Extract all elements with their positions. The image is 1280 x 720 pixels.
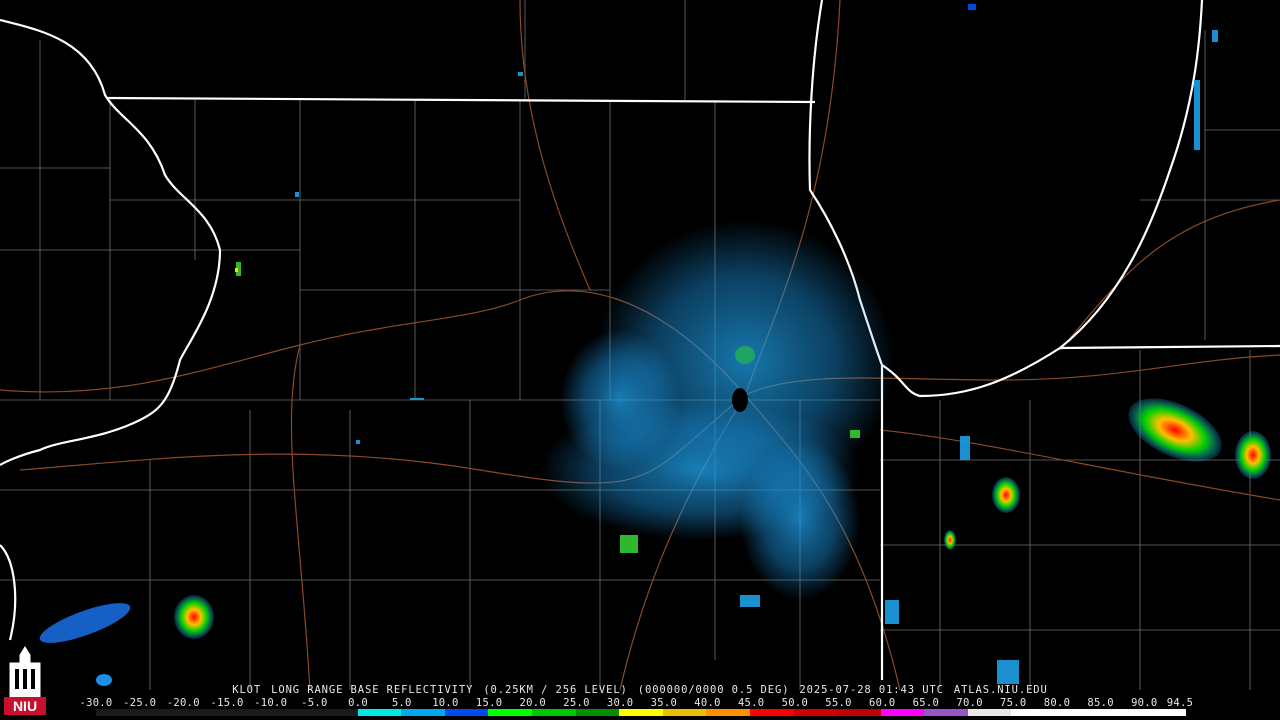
colorbar-tick: 60.0 bbox=[868, 697, 896, 709]
colorbar-swatch bbox=[706, 709, 750, 716]
colorbar-tick: 35.0 bbox=[650, 697, 678, 709]
colorbar-ticks: -30.0 -25.0 -20.0 -15.0 -10.0 -5.0 0.0 5.0 10.0 1… bbox=[79, 697, 1194, 709]
niu-logo: NIU bbox=[4, 646, 46, 715]
source-url: ATLAS.NIU.EDU bbox=[953, 684, 1048, 696]
colorbar-swatch bbox=[1098, 709, 1143, 716]
colorbar-tick: 80.0 bbox=[1043, 697, 1071, 709]
colorbar-swatch bbox=[270, 709, 314, 716]
colorbar-swatch bbox=[575, 709, 620, 716]
product-name: LONG RANGE BASE REFLECTIVITY bbox=[271, 684, 474, 696]
colorbar-swatch bbox=[924, 709, 968, 716]
colorbar-tick: 0.0 bbox=[348, 697, 369, 709]
colorbar-tick: 50.0 bbox=[781, 697, 809, 709]
colorbar-swatch bbox=[837, 709, 881, 716]
colorbar-swatch bbox=[1011, 709, 1056, 716]
product-resolution: (0.25KM / 256 LEVEL) bbox=[483, 684, 628, 696]
product-caption: KLOT LONG RANGE BASE REFLECTIVITY (0.25KM … bbox=[0, 684, 1280, 696]
colorbar-tick: 10.0 bbox=[432, 697, 459, 709]
colorbar-swatch bbox=[357, 709, 402, 716]
radar-echoes bbox=[39, 4, 1271, 686]
colorbar-tick: -5.0 bbox=[301, 697, 328, 709]
colorbar-swatch bbox=[531, 709, 576, 716]
colorbar-swatch bbox=[139, 709, 184, 716]
timestamp: 2025-07-28 01:43 UTC bbox=[799, 684, 944, 696]
colorbar-swatch bbox=[662, 709, 707, 716]
colorbar-swatch bbox=[183, 709, 227, 716]
colorbar-tick: -30.0 bbox=[79, 697, 113, 709]
colorbar-swatch bbox=[880, 709, 925, 716]
colorbar-swatch bbox=[793, 709, 838, 716]
colorbar-tick: -25.0 bbox=[123, 697, 157, 709]
colorbar-tick: 5.0 bbox=[391, 697, 412, 709]
colorbar-swatch bbox=[967, 709, 1012, 716]
colorbar-tick: -15.0 bbox=[210, 697, 244, 709]
colorbar-tick: 20.0 bbox=[519, 697, 547, 709]
station-id: KLOT bbox=[232, 684, 262, 696]
colorbar-tick: 75.0 bbox=[1000, 697, 1027, 709]
colorbar-swatch bbox=[96, 709, 140, 716]
colorbar-tick: 65.0 bbox=[912, 697, 940, 709]
colorbar-tick: 45.0 bbox=[737, 697, 765, 709]
colorbar-swatch bbox=[619, 709, 663, 716]
colorbar-tick: 55.0 bbox=[825, 697, 852, 709]
colorbar-swatch bbox=[1055, 709, 1099, 716]
colorbar-swatch bbox=[401, 709, 445, 716]
product-code: (000000/0000 0.5 DEG) bbox=[637, 684, 790, 696]
colorbar-tick: 25.0 bbox=[563, 697, 590, 709]
colorbar-tick: -20.0 bbox=[166, 697, 200, 709]
reflectivity-colorbar bbox=[96, 709, 1186, 716]
radar-map bbox=[0, 0, 1280, 691]
colorbar-tick: 94.5 bbox=[1166, 697, 1194, 709]
colorbar-tick: 70.0 bbox=[956, 697, 983, 709]
colorbar-swatch bbox=[749, 709, 794, 716]
colorbar-swatch bbox=[1142, 709, 1186, 716]
colorbar-swatch bbox=[444, 709, 489, 716]
colorbar-tick: 15.0 bbox=[475, 697, 503, 709]
colorbar-tick: 30.0 bbox=[606, 697, 634, 709]
colorbar-tick: 90.0 bbox=[1131, 697, 1158, 709]
colorbar-swatch bbox=[488, 709, 532, 716]
colorbar-swatch bbox=[226, 709, 271, 716]
colorbar-tick: -10.0 bbox=[254, 697, 288, 709]
niu-logo-text: NIU bbox=[13, 698, 37, 714]
colorbar-tick: 40.0 bbox=[694, 697, 721, 709]
colorbar-swatch bbox=[313, 709, 358, 716]
colorbar-tick: 85.0 bbox=[1087, 697, 1114, 709]
